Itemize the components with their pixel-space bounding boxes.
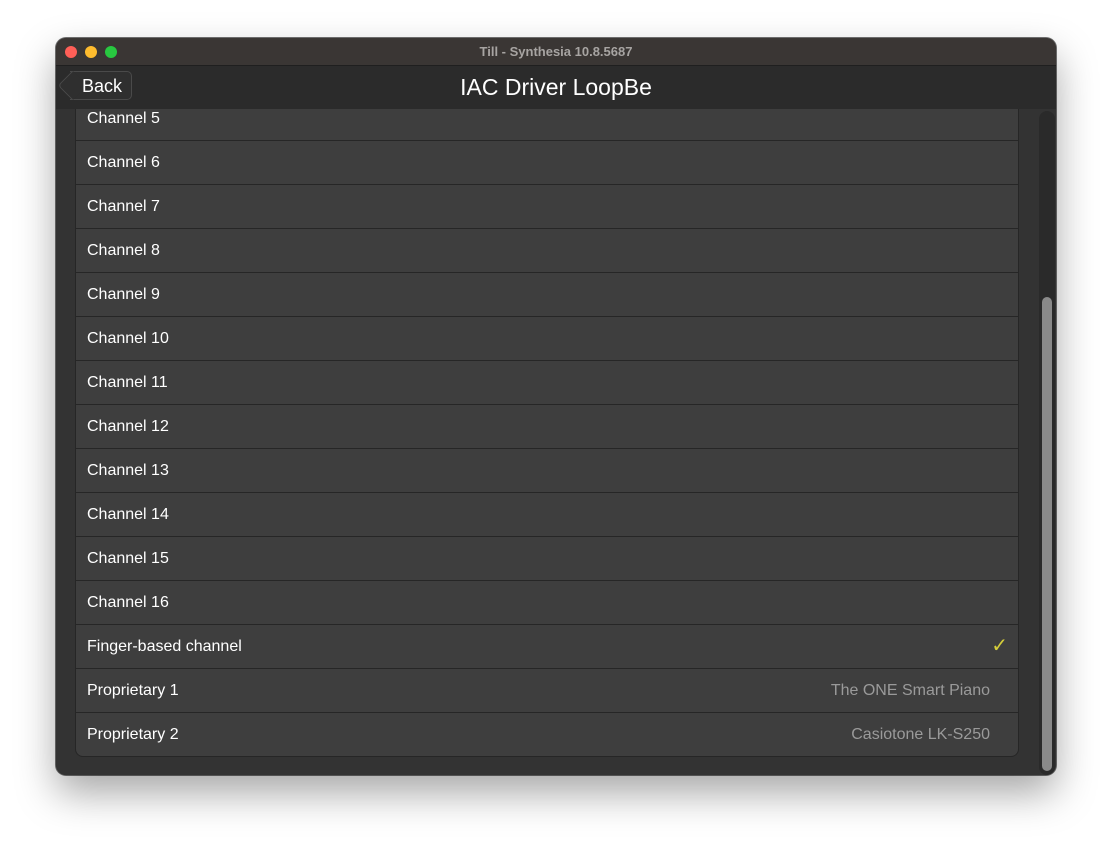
list-item-label: Channel 6 bbox=[87, 154, 160, 171]
title-bar: Till - Synthesia 10.8.5687 bbox=[56, 38, 1056, 66]
list-item-label: Channel 13 bbox=[87, 462, 169, 479]
list-item-channel-7[interactable]: Channel 7 bbox=[76, 185, 1018, 229]
list-item-label: Channel 12 bbox=[87, 418, 169, 435]
channel-list: Channel 5 Channel 6 Channel 7 Channel 8 … bbox=[75, 109, 1019, 757]
list-item-finger-based-channel[interactable]: Finger-based channel ✓ bbox=[76, 625, 1018, 669]
list-item-detail: The ONE Smart Piano bbox=[830, 682, 990, 699]
checkmark-icon: ✓ bbox=[991, 635, 1008, 657]
list-item-label: Channel 10 bbox=[87, 330, 169, 347]
back-button-label: Back bbox=[82, 76, 123, 96]
list-item-label: Proprietary 1 bbox=[87, 682, 179, 699]
list-item-channel-16[interactable]: Channel 16 bbox=[76, 581, 1018, 625]
list-item-channel-15[interactable]: Channel 15 bbox=[76, 537, 1018, 581]
list-item-label: Channel 7 bbox=[87, 198, 160, 215]
list-item-label: Channel 11 bbox=[87, 374, 168, 391]
list-item-label: Channel 5 bbox=[87, 110, 160, 127]
list-item-label: Channel 9 bbox=[87, 286, 160, 303]
list-item-label: Channel 15 bbox=[87, 550, 169, 567]
list-item-channel-6[interactable]: Channel 6 bbox=[76, 141, 1018, 185]
list-item-label: Proprietary 2 bbox=[87, 726, 179, 743]
list-item-label: Channel 8 bbox=[87, 242, 160, 259]
list-item-channel-5[interactable]: Channel 5 bbox=[76, 109, 1018, 141]
list-item-label: Channel 16 bbox=[87, 594, 169, 611]
list-item-channel-10[interactable]: Channel 10 bbox=[76, 317, 1018, 361]
list-item-channel-9[interactable]: Channel 9 bbox=[76, 273, 1018, 317]
nav-header: Back IAC Driver LoopBe bbox=[56, 66, 1056, 109]
channel-list-viewport: Channel 5 Channel 6 Channel 7 Channel 8 … bbox=[56, 109, 1056, 775]
list-item-label: Finger-based channel bbox=[87, 638, 242, 655]
list-item-detail: Casiotone LK-S250 bbox=[851, 726, 990, 743]
scrollbar-thumb[interactable] bbox=[1042, 297, 1052, 771]
app-window: Till - Synthesia 10.8.5687 Back IAC Driv… bbox=[56, 38, 1056, 775]
page-title: IAC Driver LoopBe bbox=[460, 74, 652, 100]
window-title: Till - Synthesia 10.8.5687 bbox=[479, 44, 633, 59]
list-item-channel-8[interactable]: Channel 8 bbox=[76, 229, 1018, 273]
list-item-label: Channel 14 bbox=[87, 506, 169, 523]
vertical-scrollbar[interactable] bbox=[1039, 111, 1055, 775]
list-item-channel-14[interactable]: Channel 14 bbox=[76, 493, 1018, 537]
list-item-channel-12[interactable]: Channel 12 bbox=[76, 405, 1018, 449]
list-item-channel-11[interactable]: Channel 11 bbox=[76, 361, 1018, 405]
list-item-proprietary-1[interactable]: Proprietary 1 The ONE Smart Piano bbox=[76, 669, 1018, 713]
list-item-channel-13[interactable]: Channel 13 bbox=[76, 449, 1018, 493]
list-item-proprietary-2[interactable]: Proprietary 2 Casiotone LK-S250 bbox=[76, 713, 1018, 756]
